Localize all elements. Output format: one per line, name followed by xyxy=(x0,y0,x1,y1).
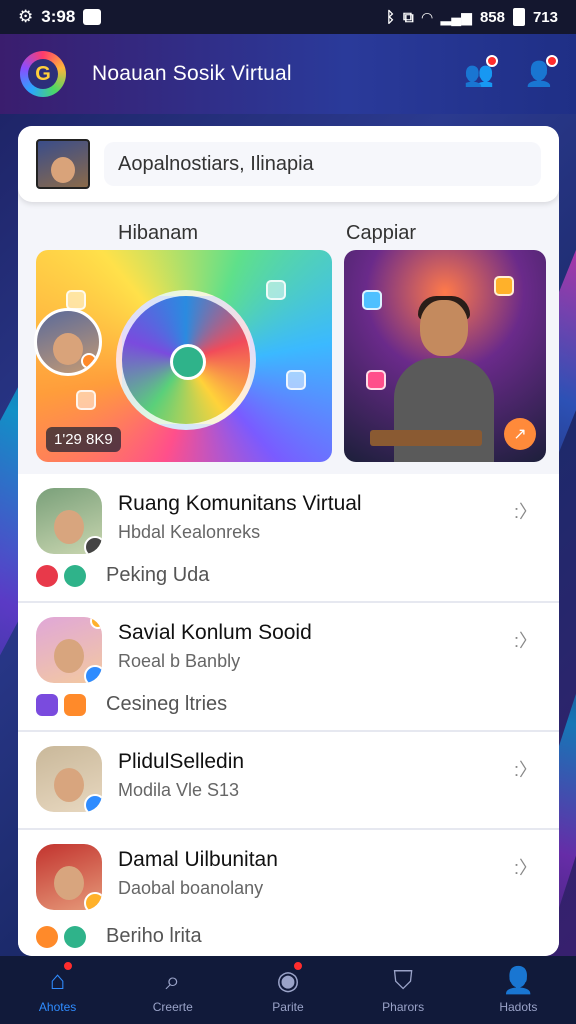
logo-letter: G xyxy=(28,59,58,89)
music-icon xyxy=(36,564,58,587)
status-badge xyxy=(84,536,102,554)
stories-section: Hibanam Cappiar 1'29 8K9 ↗ xyxy=(18,216,559,466)
app-header: G Noauan Sosik Virtual 👥 👤 xyxy=(0,34,576,114)
shield-icon: ⛉ xyxy=(393,965,413,995)
share-icon[interactable]: ↗ xyxy=(504,418,536,450)
avatar xyxy=(36,844,102,910)
community-subtitle: Modila Vle S13 xyxy=(118,780,240,800)
community-subtitle: Daobal boanolany xyxy=(118,878,264,898)
community-meta: Cesineg ltries xyxy=(106,693,228,715)
notification-badge xyxy=(546,55,558,67)
nav-label: Hadots xyxy=(499,1000,538,1014)
community-title: Savial Konlum Sooid xyxy=(118,621,312,644)
bottom-nav: ⌂ Ahotes ⌕ Creerte ◉ Parite ⛉ Pharors 👤 … xyxy=(0,956,576,1024)
status-badge xyxy=(81,353,97,369)
chevron-right-icon[interactable]: :〉 xyxy=(514,627,537,653)
nav-item-profile[interactable]: 👤 Hadots xyxy=(470,966,566,1014)
nav-item-app[interactable]: ◉ Parite xyxy=(240,960,336,1014)
post-composer: Aopalnostiars, Ilinapia xyxy=(18,126,559,202)
community-title: Damal Uilbunitan xyxy=(118,848,278,871)
status-time: 3:98 xyxy=(41,7,76,26)
notification-badge xyxy=(486,55,498,67)
battery-level: 713 xyxy=(532,8,558,26)
list-item[interactable]: PlidulSelledin Modila Vle S13 :〉 xyxy=(18,732,559,830)
home-icon: ⌂ xyxy=(49,965,66,995)
floating-icon xyxy=(266,280,286,300)
status-badge xyxy=(84,794,102,812)
app-icon xyxy=(64,693,86,716)
community-title: Ruang Komunitans Virtual xyxy=(118,492,362,515)
search-icon: ⌕ xyxy=(165,965,181,995)
nav-label: Pharors xyxy=(382,1000,425,1014)
nav-item-home[interactable]: ⌂ Ahotes xyxy=(10,960,106,1014)
community-title: PlidulSelledin xyxy=(118,750,245,773)
composer-input[interactable]: Aopalnostiars, Ilinapia xyxy=(104,142,541,186)
chevron-right-icon[interactable]: :〉 xyxy=(514,498,537,524)
community-list: Ruang Komunitans Virtual Hbdal Kealonrek… xyxy=(18,474,559,956)
profile-button[interactable]: 👤 xyxy=(522,55,558,91)
image-icon xyxy=(83,9,102,25)
nav-item-shield[interactable]: ⛉ Pharors xyxy=(355,966,451,1014)
avatar xyxy=(36,746,102,812)
gear-icon: ⚙ xyxy=(18,7,34,26)
battery-icon xyxy=(512,8,525,26)
list-item[interactable]: Savial Konlum Sooid Roeal b Banbly :〉 Ce… xyxy=(18,603,559,732)
wifi-icon: ◠ xyxy=(421,8,433,25)
list-item[interactable]: Ruang Komunitans Virtual Hbdal Kealonrek… xyxy=(18,474,559,603)
community-meta: Beriho lrita xyxy=(106,925,202,947)
avatar xyxy=(36,617,102,683)
status-badge xyxy=(84,892,102,910)
chevron-right-icon[interactable]: :〉 xyxy=(514,756,537,782)
community-subtitle: Roeal b Banbly xyxy=(118,651,241,671)
nav-label: Parite xyxy=(272,1000,304,1014)
community-meta: Peking Uda xyxy=(106,564,210,586)
main-card: Aopalnostiars, Ilinapia Hibanam Cappiar … xyxy=(18,126,559,956)
story-card[interactable]: ↗ xyxy=(344,250,546,462)
chat-icon xyxy=(64,925,86,948)
nav-label: Creerte xyxy=(152,1000,193,1014)
story-label: Hibanam xyxy=(118,222,199,244)
floating-icon xyxy=(286,370,306,390)
heart-icon xyxy=(366,370,386,390)
chat-icon xyxy=(64,564,86,587)
notification-badge xyxy=(90,617,102,629)
tray-image xyxy=(370,430,482,446)
community-subtitle: Hbdal Kealonreks xyxy=(118,522,261,542)
app-icon xyxy=(36,693,58,716)
avatar xyxy=(36,488,102,554)
wheel-graphic xyxy=(116,290,256,430)
app-title: Noauan Sosik Virtual xyxy=(92,62,292,85)
status-extra-text: 858 xyxy=(479,8,505,26)
signal-icon: ▂▄▆ xyxy=(440,8,472,25)
nav-item-search[interactable]: ⌕ Creerte xyxy=(125,966,221,1014)
status-badge xyxy=(84,665,102,683)
story-count: 1'29 8K9 xyxy=(46,427,121,452)
group-button[interactable]: 👥 xyxy=(462,55,498,91)
notification-badge xyxy=(61,960,74,972)
story-label: Cappiar xyxy=(346,222,417,244)
floating-icon xyxy=(362,290,382,310)
nav-label: Ahotes xyxy=(38,1000,77,1014)
floating-icon xyxy=(76,390,96,410)
bluetooth-icon: ᛒ xyxy=(385,8,395,26)
vibrate-icon: ⧉ xyxy=(402,8,414,26)
list-item[interactable]: Damal Uilbunitan Daobal boanolany :〉 Ber… xyxy=(18,830,559,956)
status-bar: ⚙ 3:98 ᛒ ⧉ ◠ ▂▄▆ 858 713 xyxy=(0,0,576,34)
story-avatar[interactable] xyxy=(34,308,102,376)
avatar[interactable] xyxy=(36,139,90,189)
notification-badge xyxy=(291,960,304,972)
app-icon: ◉ xyxy=(276,965,300,995)
floating-icon xyxy=(494,276,514,296)
floating-icon xyxy=(66,290,86,310)
profile-icon: 👤 xyxy=(502,965,535,995)
app-logo[interactable]: G xyxy=(20,51,66,97)
app-icon xyxy=(36,925,58,948)
chevron-right-icon[interactable]: :〉 xyxy=(514,854,537,880)
